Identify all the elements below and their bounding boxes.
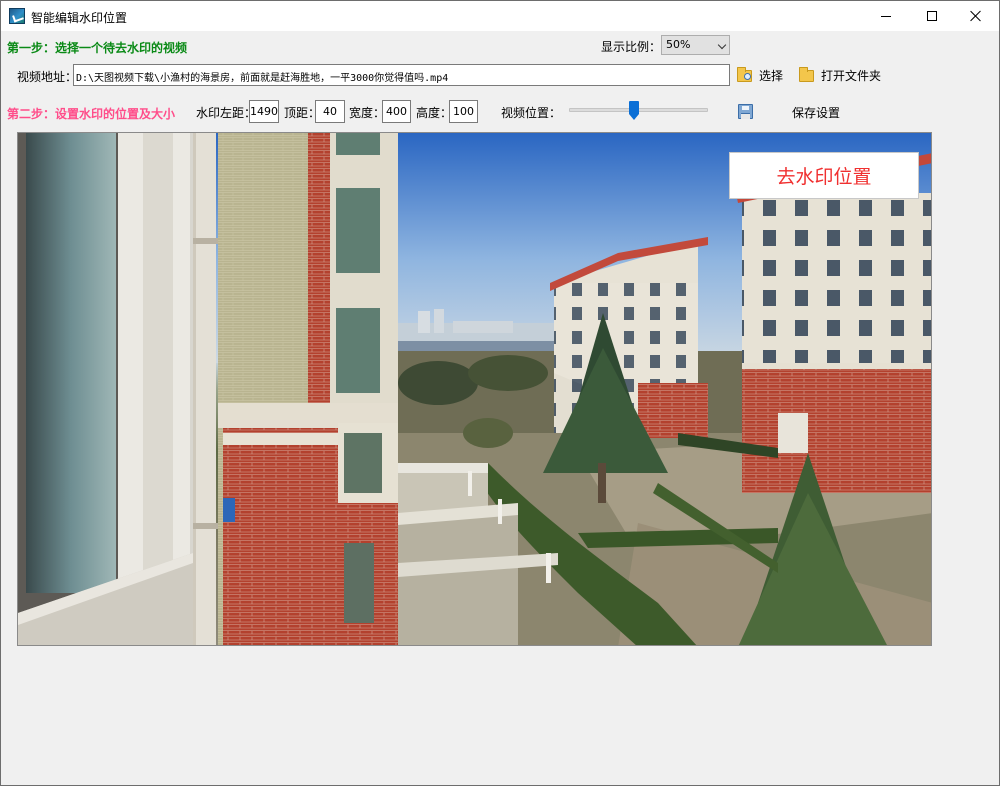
ratio-label: 显示比例： <box>601 40 662 54</box>
left-offset-label: 水印左距： <box>196 106 257 120</box>
maximize-button[interactable] <box>909 1 955 31</box>
save-icon[interactable] <box>738 104 753 119</box>
maximize-icon <box>927 11 937 21</box>
video-frame-image <box>18 133 931 645</box>
close-icon <box>970 10 982 22</box>
height-input[interactable]: 100 <box>449 100 478 123</box>
path-label: 视频地址： <box>17 70 78 84</box>
ratio-select[interactable]: 50% <box>661 35 730 55</box>
width-input[interactable]: 400 <box>382 100 411 123</box>
app-icon <box>9 8 25 24</box>
open-folder-button[interactable]: 打开文件夹 <box>799 66 882 84</box>
step1-heading: 第一步：选择一个待去水印的视频 <box>7 41 188 55</box>
height-label: 高度： <box>416 106 453 120</box>
watermark-region-box[interactable]: 去水印位置 <box>729 152 919 199</box>
width-label: 宽度： <box>349 106 386 120</box>
folder-icon <box>799 66 814 82</box>
select-video-label: 选择 <box>759 69 784 83</box>
open-folder-label: 打开文件夹 <box>821 69 882 83</box>
top-offset-input[interactable]: 40 <box>315 100 345 123</box>
video-position-label: 视频位置： <box>501 106 562 120</box>
close-button[interactable] <box>953 1 999 31</box>
watermark-region-label: 去水印位置 <box>776 166 872 188</box>
chevron-down-icon <box>717 40 727 50</box>
window-title: 智能编辑水印位置 <box>31 11 128 25</box>
title-bar[interactable]: 智能编辑水印位置 <box>1 1 999 31</box>
minimize-button[interactable] <box>863 1 909 31</box>
ratio-select-value: 50% <box>666 38 691 51</box>
step2-heading: 第二步：设置水印的位置及大小 <box>7 107 176 121</box>
select-video-button[interactable]: 选择 <box>737 66 784 84</box>
minimize-icon <box>881 15 891 17</box>
left-offset-input[interactable]: 1490 <box>249 100 279 123</box>
video-position-slider-thumb[interactable] <box>629 101 640 120</box>
save-settings-button[interactable]: 保存设置 <box>792 104 840 121</box>
app-window: 智能编辑水印位置 第一步：选择一个待去水印的视频 显示比例： 50% 视频地址：… <box>0 0 1000 786</box>
folder-search-icon <box>737 66 752 82</box>
video-preview[interactable]: 去水印位置 <box>17 132 932 646</box>
video-path-field[interactable]: D:\天图视频下载\小渔村的海景房，前面就是赶海胜地，一平3000你觉得值吗.m… <box>73 64 730 86</box>
